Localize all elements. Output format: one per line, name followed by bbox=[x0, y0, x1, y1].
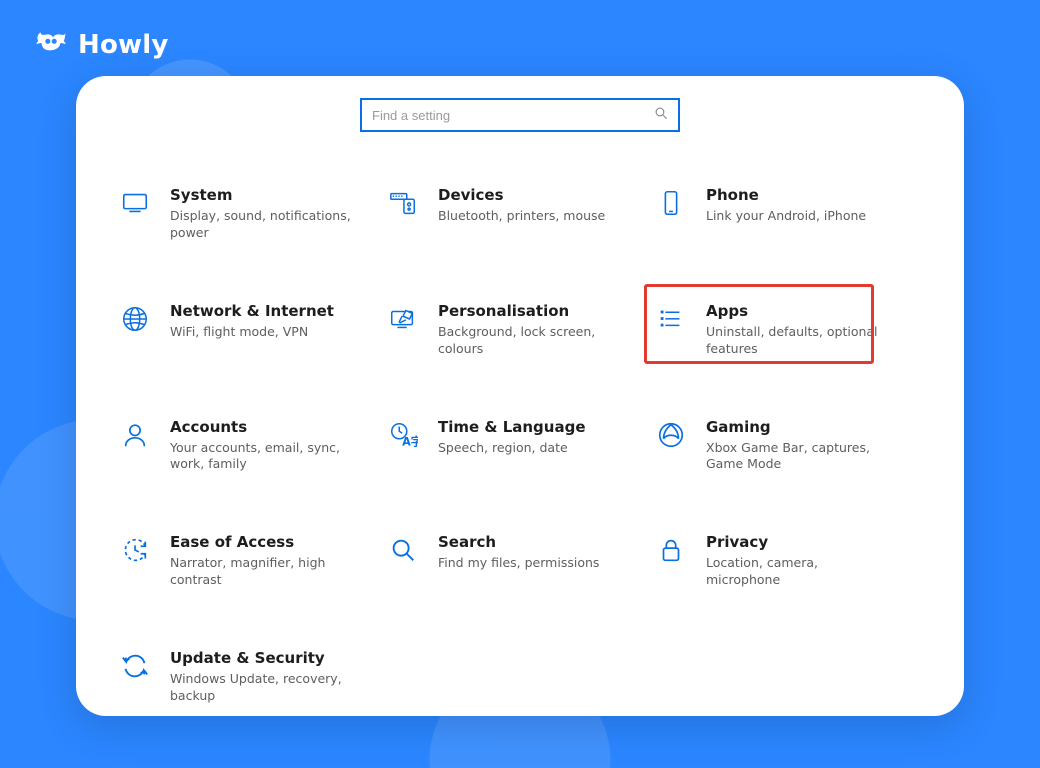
search-category-icon bbox=[386, 533, 420, 567]
tile-title: Personalisation bbox=[438, 302, 628, 320]
tile-desc: Uninstall, defaults, optional features bbox=[706, 324, 896, 358]
tile-title: Gaming bbox=[706, 418, 896, 436]
tile-ease-of-access[interactable]: Ease of Access Narrator, magnifier, high … bbox=[118, 529, 386, 593]
tile-desc: Narrator, magnifier, high contrast bbox=[170, 555, 360, 589]
apps-icon bbox=[654, 302, 688, 336]
tile-accounts[interactable]: Accounts Your accounts, email, sync, work… bbox=[118, 414, 386, 478]
ease-of-access-icon bbox=[118, 533, 152, 567]
system-icon bbox=[118, 186, 152, 220]
svg-text:A字: A字 bbox=[402, 434, 418, 448]
tile-desc: Background, lock screen, colours bbox=[438, 324, 628, 358]
tile-title: Privacy bbox=[706, 533, 896, 551]
tile-desc: Find my files, permissions bbox=[438, 555, 599, 572]
brand-name: Howly bbox=[78, 30, 169, 60]
tile-title: Time & Language bbox=[438, 418, 586, 436]
tile-update-security[interactable]: Update & Security Windows Update, recover… bbox=[118, 645, 386, 709]
tile-title: Ease of Access bbox=[170, 533, 360, 551]
tile-time-language[interactable]: A字 Time & Language Speech, region, date bbox=[386, 414, 654, 478]
tile-personalisation[interactable]: Personalisation Background, lock screen, … bbox=[386, 298, 654, 362]
settings-search[interactable] bbox=[360, 98, 680, 132]
tile-desc: Speech, region, date bbox=[438, 440, 586, 457]
tile-desc: Display, sound, notifications, power bbox=[170, 208, 360, 242]
tile-title: Network & Internet bbox=[170, 302, 334, 320]
tile-network[interactable]: Network & Internet WiFi, flight mode, VPN bbox=[118, 298, 386, 362]
tile-title: Apps bbox=[706, 302, 896, 320]
tile-desc: Your accounts, email, sync, work, family bbox=[170, 440, 360, 474]
search-icon bbox=[654, 106, 668, 124]
owl-icon bbox=[34, 28, 68, 62]
phone-icon bbox=[654, 186, 688, 220]
tile-gaming[interactable]: Gaming Xbox Game Bar, captures, Game Mode bbox=[654, 414, 922, 478]
tile-title: System bbox=[170, 186, 360, 204]
tile-title: Devices bbox=[438, 186, 605, 204]
devices-icon bbox=[386, 186, 420, 220]
tile-desc: Bluetooth, printers, mouse bbox=[438, 208, 605, 225]
network-icon bbox=[118, 302, 152, 336]
tile-desc: Xbox Game Bar, captures, Game Mode bbox=[706, 440, 896, 474]
tile-phone[interactable]: Phone Link your Android, iPhone bbox=[654, 182, 922, 246]
settings-card: System Display, sound, notifications, pow… bbox=[76, 76, 964, 716]
tile-title: Search bbox=[438, 533, 599, 551]
privacy-icon bbox=[654, 533, 688, 567]
tile-title: Accounts bbox=[170, 418, 360, 436]
time-language-icon: A字 bbox=[386, 418, 420, 452]
tile-desc: Link your Android, iPhone bbox=[706, 208, 866, 225]
tile-apps[interactable]: Apps Uninstall, defaults, optional featur… bbox=[654, 298, 922, 362]
tile-title: Update & Security bbox=[170, 649, 360, 667]
tile-search[interactable]: Search Find my files, permissions bbox=[386, 529, 654, 593]
gaming-icon bbox=[654, 418, 688, 452]
tile-title: Phone bbox=[706, 186, 866, 204]
tile-desc: Location, camera, microphone bbox=[706, 555, 896, 589]
update-security-icon bbox=[118, 649, 152, 683]
personalisation-icon bbox=[386, 302, 420, 336]
howly-brand: Howly bbox=[34, 28, 169, 62]
search-input[interactable] bbox=[372, 108, 642, 123]
tile-desc: Windows Update, recovery, backup bbox=[170, 671, 360, 705]
tile-system[interactable]: System Display, sound, notifications, pow… bbox=[118, 182, 386, 246]
tile-devices[interactable]: Devices Bluetooth, printers, mouse bbox=[386, 182, 654, 246]
tile-desc: WiFi, flight mode, VPN bbox=[170, 324, 334, 341]
settings-grid: System Display, sound, notifications, pow… bbox=[118, 182, 922, 709]
tile-privacy[interactable]: Privacy Location, camera, microphone bbox=[654, 529, 922, 593]
accounts-icon bbox=[118, 418, 152, 452]
